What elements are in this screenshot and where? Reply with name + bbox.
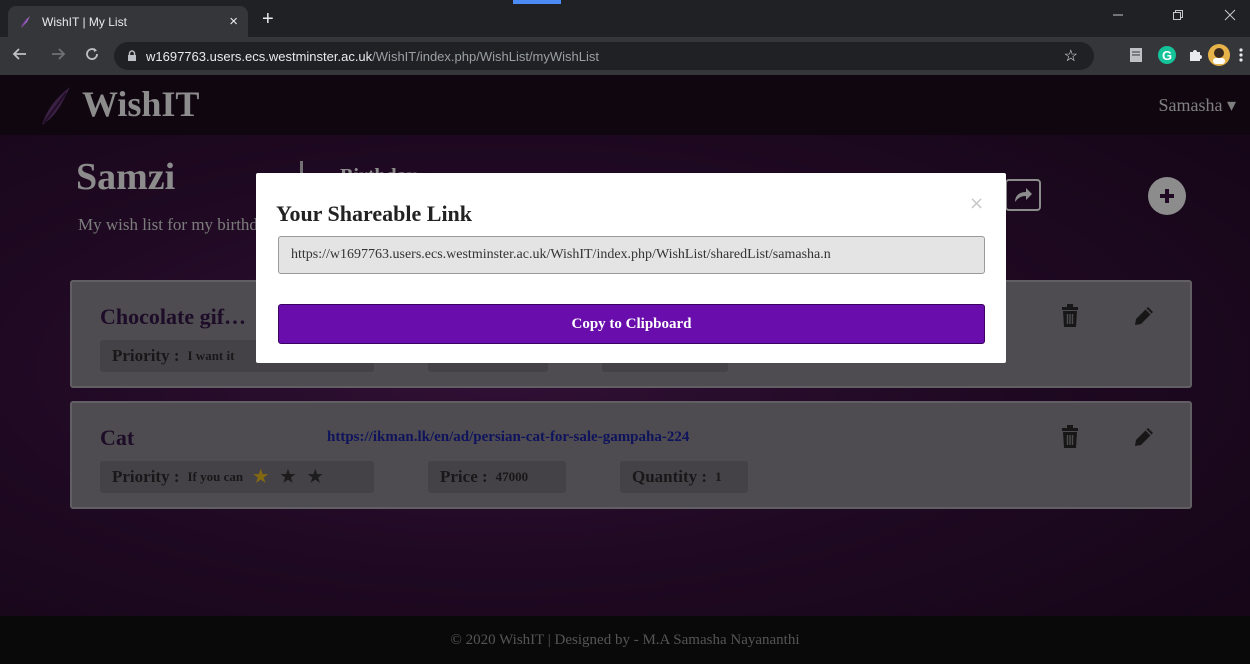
- shareable-link-field[interactable]: [278, 236, 985, 274]
- wishit-favicon-icon: [18, 15, 32, 29]
- copy-to-clipboard-button[interactable]: Copy to Clipboard: [278, 304, 985, 344]
- bookmark-star-icon[interactable]: ☆: [1064, 46, 1078, 66]
- browser-menu-icon[interactable]: [1232, 46, 1250, 64]
- browser-tab-bar: WishIT | My List × +: [0, 0, 1250, 37]
- modal-backdrop[interactable]: [0, 75, 1250, 664]
- modal-title: Your Shareable Link: [276, 201, 473, 226]
- restore-icon[interactable]: [1172, 8, 1184, 24]
- modal-close-icon[interactable]: ×: [969, 193, 984, 214]
- browser-tab[interactable]: WishIT | My List ×: [8, 6, 248, 37]
- lock-icon: [126, 50, 138, 62]
- back-arrow-icon[interactable]: [12, 46, 28, 66]
- reload-icon[interactable]: [84, 46, 100, 66]
- tab-drag-indicator: [513, 0, 561, 4]
- tab-title: WishIT | My List: [42, 14, 127, 29]
- minimize-icon[interactable]: [1112, 8, 1124, 24]
- reading-list-icon[interactable]: [1127, 46, 1145, 64]
- browser-toolbar: w1697763.users.ecs.westminster.ac.uk /Wi…: [0, 37, 1250, 75]
- page-content: WishIT Samasha ▾ Samzi Birthday My wish …: [0, 75, 1250, 664]
- new-tab-button[interactable]: +: [262, 8, 274, 31]
- share-link-modal: Your Shareable Link × Copy to Clipboard: [256, 173, 1006, 363]
- forward-arrow-icon[interactable]: [50, 46, 66, 66]
- address-bar[interactable]: w1697763.users.ecs.westminster.ac.uk /Wi…: [114, 42, 1094, 70]
- extensions-puzzle-icon[interactable]: [1186, 46, 1204, 64]
- grammarly-extension-icon[interactable]: G: [1158, 46, 1176, 64]
- window-close-icon[interactable]: [1224, 8, 1236, 24]
- profile-avatar-icon[interactable]: [1208, 44, 1230, 66]
- url-host: w1697763.users.ecs.westminster.ac.uk: [146, 48, 373, 64]
- url-path: /WishIT/index.php/WishList/myWishList: [372, 48, 600, 64]
- tab-close-icon[interactable]: ×: [229, 13, 238, 30]
